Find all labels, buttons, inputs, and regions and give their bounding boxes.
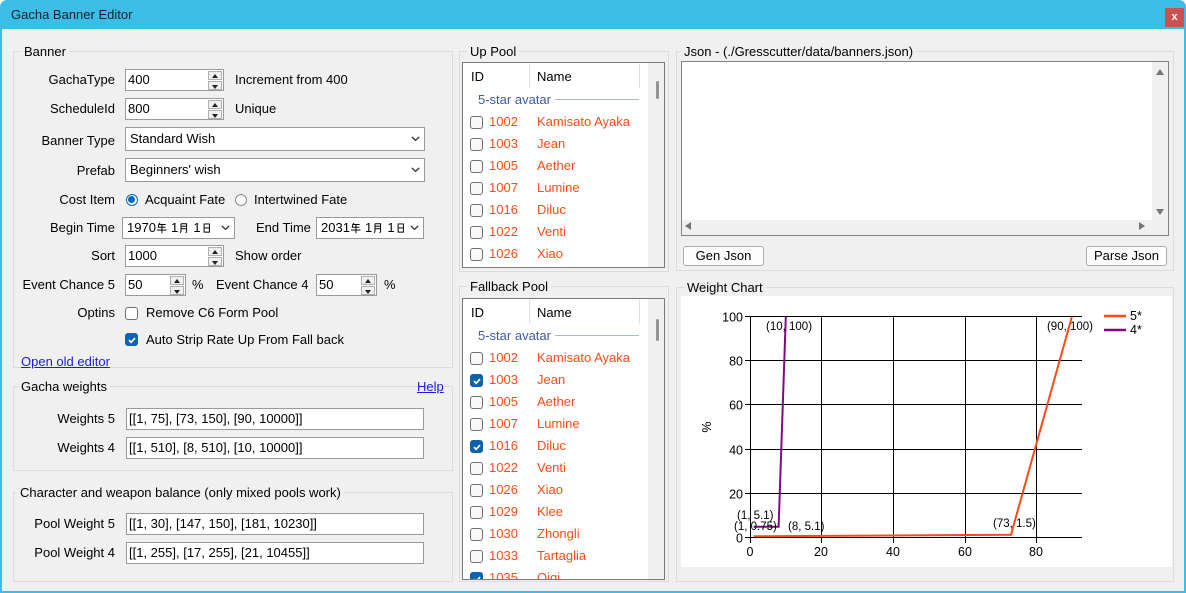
svg-text:(1, 0.75): (1, 0.75) [734,521,777,533]
svg-text:(90, 100): (90, 100) [1047,321,1093,333]
svg-text:(73, 1.5): (73, 1.5) [993,518,1036,530]
svg-text:60: 60 [729,399,743,413]
svg-text:0: 0 [747,545,754,559]
svg-text:40: 40 [886,545,900,559]
svg-text:60: 60 [958,545,972,559]
svg-text:%: % [700,421,714,432]
svg-text:80: 80 [1029,545,1043,559]
svg-text:100: 100 [722,311,743,325]
svg-text:40: 40 [729,444,743,458]
svg-text:(10, 100): (10, 100) [766,321,812,333]
svg-text:0: 0 [736,532,743,546]
svg-text:4*: 4* [1130,323,1142,337]
svg-text:(8, 5.1): (8, 5.1) [788,521,825,533]
svg-text:80: 80 [729,355,743,369]
svg-text:20: 20 [814,545,828,559]
svg-text:20: 20 [729,488,743,502]
svg-text:5*: 5* [1130,309,1142,323]
